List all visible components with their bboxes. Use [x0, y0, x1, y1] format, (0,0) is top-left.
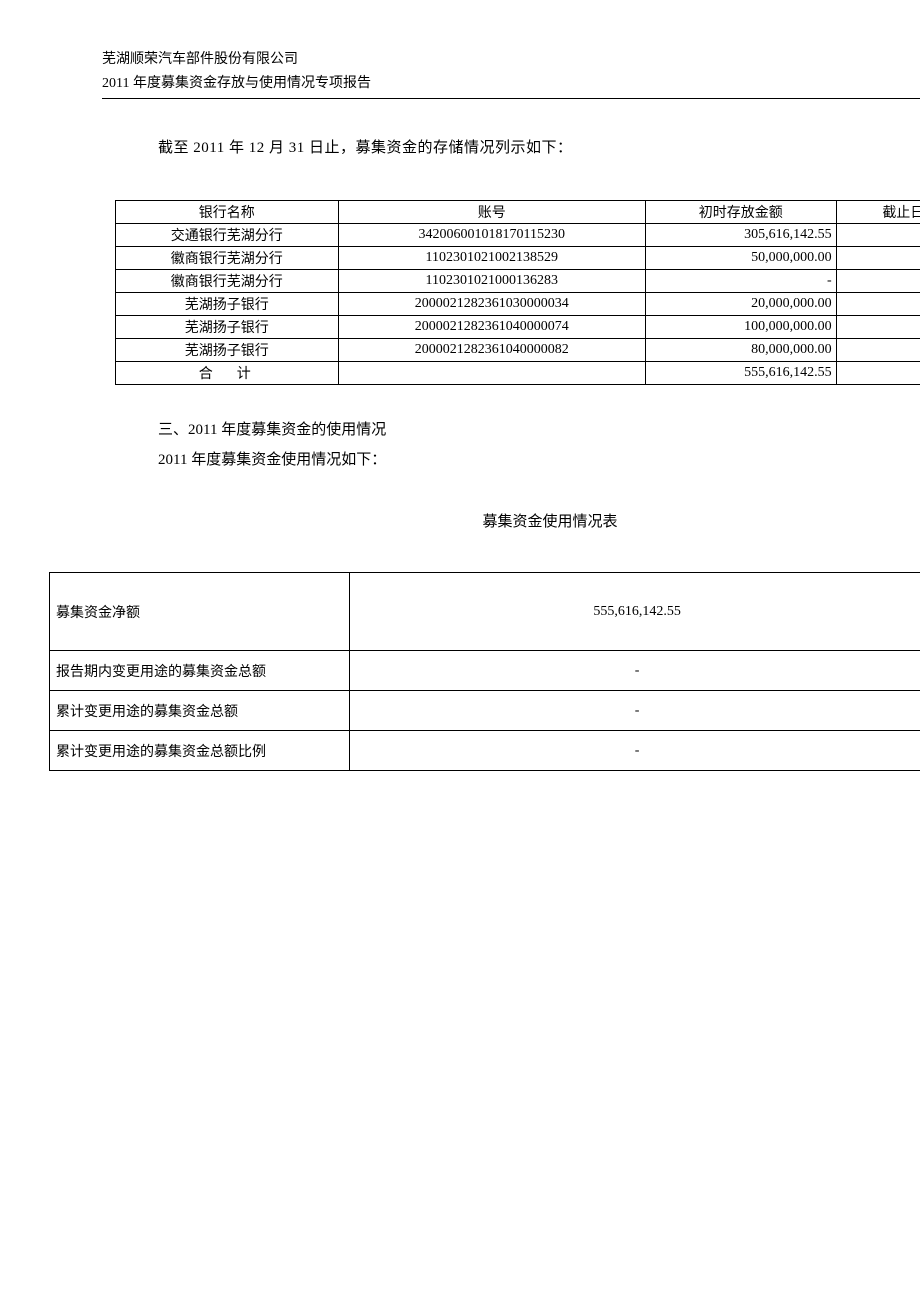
cell-total-account: [338, 362, 645, 385]
table-row: 徽商银行芜湖分行 1102301021000136283 - 1,93: [116, 270, 920, 293]
company-name: 芜湖顺荣汽车部件股份有限公司: [102, 48, 371, 72]
cell-value: -: [349, 691, 920, 731]
cell-account: 1102301021002138529: [338, 247, 645, 270]
cell-total-initial: 555,616,142.55: [645, 362, 836, 385]
table-row: 募集资金净额 555,616,142.55 本年度投入募集资金总额: [50, 573, 920, 651]
cell-bank: 徽商银行芜湖分行: [116, 270, 339, 293]
th-initial: 初时存放金额: [645, 201, 836, 224]
table-row: 徽商银行芜湖分行 1102301021002138529 50,000,000.…: [116, 247, 920, 270]
cell-initial: 305,616,142.55: [645, 224, 836, 247]
cell-balance: 100,00: [836, 316, 920, 339]
cell-bank: 芜湖扬子银行: [116, 316, 339, 339]
section-3-heading: 三、2011 年度募集资金的使用情况: [158, 415, 386, 445]
cell-initial: 80,000,000.00: [645, 339, 836, 362]
section-3-subheading: 2011 年度募集资金使用情况如下：: [158, 445, 386, 475]
cell-account: 2000021282361040000074: [338, 316, 645, 339]
cell-value: 555,616,142.55: [349, 573, 920, 651]
cell-initial: 50,000,000.00: [645, 247, 836, 270]
table-row: 芜湖扬子银行 2000021282361040000082 80,000,000…: [116, 339, 920, 362]
cell-balance: 80,00: [836, 339, 920, 362]
cell-bank: 徽商银行芜湖分行: [116, 247, 339, 270]
th-bank: 银行名称: [116, 201, 339, 224]
cell-balance: 50,00: [836, 247, 920, 270]
table-row: 芜湖扬子银行 2000021282361040000074 100,000,00…: [116, 316, 920, 339]
cell-value: -: [349, 731, 920, 771]
th-account: 账号: [338, 201, 645, 224]
cell-account: 342006001018170115230: [338, 224, 645, 247]
table-row: 累计变更用途的募集资金总额比例 -: [50, 731, 920, 771]
cell-label: 报告期内变更用途的募集资金总额: [50, 651, 350, 691]
cell-initial: -: [645, 270, 836, 293]
cell-account: 1102301021000136283: [338, 270, 645, 293]
usage-table-title: 募集资金使用情况表: [0, 510, 920, 531]
section-3: 三、2011 年度募集资金的使用情况 2011 年度募集资金使用情况如下：: [158, 415, 386, 475]
cell-initial: 100,000,000.00: [645, 316, 836, 339]
table-row: 交通银行芜湖分行 342006001018170115230 305,616,1…: [116, 224, 920, 247]
cell-bank: 交通银行芜湖分行: [116, 224, 339, 247]
th-balance: 截止日余: [836, 201, 920, 224]
page-header: 芜湖顺荣汽车部件股份有限公司 2011 年度募集资金存放与使用情况专项报告: [102, 48, 371, 96]
table-row: 累计变更用途的募集资金总额 -: [50, 691, 920, 731]
cell-bank: 芜湖扬子银行: [116, 339, 339, 362]
cell-label: 募集资金净额: [50, 573, 350, 651]
cell-account: 2000021282361040000082: [338, 339, 645, 362]
usage-table-wrap: 募集资金净额 555,616,142.55 本年度投入募集资金总额 报告期内变更…: [49, 572, 920, 771]
report-title: 2011 年度募集资金存放与使用情况专项报告: [102, 72, 371, 96]
intro-text: 截至 2011 年 12 月 31 日止，募集资金的存储情况列示如下：: [158, 136, 572, 157]
cell-balance: 13,44: [836, 293, 920, 316]
cell-account: 2000021282361030000034: [338, 293, 645, 316]
cell-total-balance: 308,02: [836, 362, 920, 385]
header-underline: [102, 98, 920, 99]
table-row: 芜湖扬子银行 2000021282361030000034 20,000,000…: [116, 293, 920, 316]
cell-balance: 1,93: [836, 270, 920, 293]
cell-label: 累计变更用途的募集资金总额: [50, 691, 350, 731]
table-total-row: 合计 555,616,142.55 308,02: [116, 362, 920, 385]
cell-total-label: 合计: [116, 362, 339, 385]
usage-table: 募集资金净额 555,616,142.55 本年度投入募集资金总额 报告期内变更…: [49, 572, 920, 771]
cell-balance: 62,64: [836, 224, 920, 247]
cell-label: 累计变更用途的募集资金总额比例: [50, 731, 350, 771]
bank-table: 银行名称 账号 初时存放金额 截止日余 交通银行芜湖分行 34200600101…: [115, 200, 920, 385]
table-header-row: 银行名称 账号 初时存放金额 截止日余: [116, 201, 920, 224]
cell-bank: 芜湖扬子银行: [116, 293, 339, 316]
cell-initial: 20,000,000.00: [645, 293, 836, 316]
bank-table-wrap: 银行名称 账号 初时存放金额 截止日余 交通银行芜湖分行 34200600101…: [115, 200, 920, 385]
cell-value: -: [349, 651, 920, 691]
table-row: 报告期内变更用途的募集资金总额 - 已累计投入募集资金总额: [50, 651, 920, 691]
